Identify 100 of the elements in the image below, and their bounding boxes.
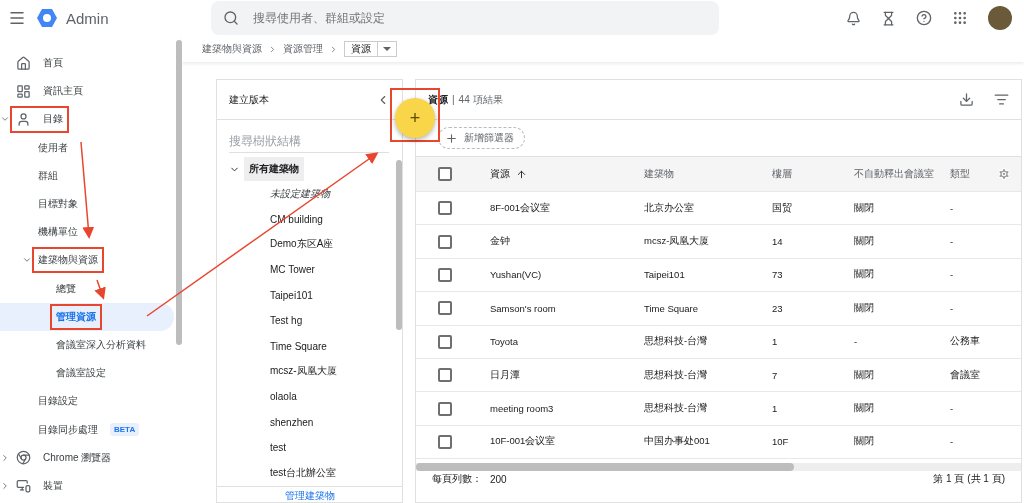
tree-node[interactable]: olaola <box>229 384 390 410</box>
caret-icon[interactable] <box>0 480 10 491</box>
tree-node[interactable]: MC Tower <box>229 257 390 283</box>
table-cell-text: 會議室 <box>950 368 981 382</box>
table-cell-text: 8F-001会议室 <box>490 201 552 215</box>
table-cell-text: - <box>950 236 955 248</box>
sidebar-item[interactable]: 目錄同步處理 <box>32 416 104 443</box>
select-all-checkbox[interactable] <box>438 167 452 181</box>
table-cell-text: 10F-001会议室 <box>490 435 557 449</box>
table-cell-text: meeting room3 <box>490 403 555 415</box>
scrollbar-thumb[interactable] <box>416 463 794 472</box>
separator: | <box>452 93 455 105</box>
tree-node[interactable]: Test hg <box>229 307 390 334</box>
row-checkbox[interactable] <box>438 434 452 449</box>
row-checkbox[interactable] <box>438 201 452 216</box>
tree-node[interactable]: test <box>229 434 390 461</box>
tree-node[interactable]: shenzhen <box>229 409 390 435</box>
apps-grid-icon[interactable] <box>952 10 968 26</box>
table-cell-text: - <box>950 403 955 415</box>
tree-node[interactable]: Demo东区A座 <box>229 231 390 258</box>
sidebar-item[interactable]: 首頁 <box>10 49 69 77</box>
bell-icon[interactable] <box>846 10 861 26</box>
breadcrumb-dropdown[interactable]: 資源 <box>344 41 397 57</box>
table-cell-text: 日月潭 <box>490 368 521 382</box>
scrollbar-thumb[interactable] <box>396 160 402 330</box>
dashboard-icon <box>16 83 31 99</box>
breadcrumb-link[interactable]: 建築物與資源 <box>202 42 262 56</box>
table-cell-text: 公務車 <box>950 335 981 349</box>
row-checkbox[interactable] <box>438 401 452 416</box>
tree-node[interactable]: 所有建築物 <box>244 157 304 181</box>
search-bar[interactable]: 搜尋使用者、群組或設定 <box>211 1 719 35</box>
table-cell-text: 1 <box>772 336 779 348</box>
table-cell-text: - <box>950 202 955 214</box>
search-field[interactable]: 搜尋使用者、群組或設定 <box>251 10 707 26</box>
row-checkbox[interactable] <box>438 301 452 316</box>
caret-icon[interactable] <box>0 452 10 463</box>
sidebar-item[interactable]: 資訊主頁 <box>10 77 89 105</box>
table-cell-text: 1 <box>772 403 779 415</box>
menu-icon[interactable] <box>8 9 26 27</box>
avatar[interactable] <box>988 6 1012 30</box>
help-icon[interactable] <box>916 10 932 26</box>
column-header[interactable]: 建築物 <box>644 167 772 181</box>
tree-node[interactable]: CM building <box>229 206 390 232</box>
table-cell-text: 10F <box>772 436 790 448</box>
table-cell-text: 23 <box>772 302 784 314</box>
sidebar-item[interactable]: 目標對象 <box>32 191 84 218</box>
row-checkbox[interactable] <box>438 368 452 383</box>
table-cell-text: - <box>950 269 955 281</box>
devices-icon <box>16 478 31 494</box>
column-header[interactable]: 類型 <box>950 167 997 181</box>
sidebar-item[interactable]: 管理資源 <box>50 303 102 330</box>
result-count: 44 項結果 <box>458 93 503 105</box>
sidebar-item[interactable]: 會議室設定 <box>50 360 112 387</box>
sidebar-item[interactable]: 會議室深入分析資料 <box>50 331 152 358</box>
sidebar-item[interactable]: 目錄設定 <box>32 388 84 415</box>
sidebar-item[interactable]: 群組 <box>32 162 64 189</box>
rows-per-page-select[interactable]: 200 <box>490 473 507 485</box>
sidebar-item[interactable]: 機構單位 <box>32 219 84 246</box>
column-header[interactable]: 資源 <box>490 167 644 181</box>
table-cell-text: Taipei101 <box>644 269 686 281</box>
column-header[interactable]: 樓層 <box>772 167 854 181</box>
table-cell-text: 思想科技-台灣 <box>644 402 709 416</box>
table-cell-text: 14 <box>772 236 784 248</box>
search-icon <box>223 10 239 26</box>
sidebar-item[interactable]: 建築物與資源 <box>32 247 104 274</box>
panel-title: 建立版本 <box>229 92 269 107</box>
table-cell-text: 關閉 <box>854 435 875 449</box>
sidebar-item[interactable]: 總覽 <box>50 275 82 302</box>
sidebar-item[interactable]: 使用者 <box>32 134 74 161</box>
tree-node[interactable]: mcsz-凤凰大厦 <box>229 358 390 385</box>
download-icon[interactable] <box>959 92 974 107</box>
hourglass-icon[interactable] <box>881 10 896 26</box>
plus-icon <box>445 131 458 145</box>
table-cell-text: 北京办公室 <box>644 201 695 215</box>
chevron-icon <box>329 44 338 54</box>
row-checkbox[interactable] <box>438 334 452 349</box>
add-filter-button[interactable]: 新增篩選器 <box>438 127 525 149</box>
sidebar-item[interactable]: 裝置 <box>10 472 69 500</box>
table-cell-text: - <box>950 436 955 448</box>
settings-icon[interactable] <box>997 167 1011 181</box>
column-header[interactable]: 不自動釋出會議室 <box>854 167 950 181</box>
table-cell-text: 關閉 <box>854 268 875 282</box>
row-checkbox[interactable] <box>438 234 452 249</box>
table-cell-text: 73 <box>772 269 784 281</box>
breadcrumb-link[interactable]: 資源管理 <box>283 42 323 56</box>
product-name: Admin <box>66 9 109 27</box>
manage-buildings-link[interactable]: 管理建築物 <box>284 490 335 502</box>
page-indicator: 第 1 頁 (共 1 頁) <box>933 472 1005 487</box>
tree-node[interactable]: test台北辦公室 <box>229 460 390 486</box>
table-cell-text: mcsz-凤凰大厦 <box>644 235 711 249</box>
table-cell-text: Samson's room <box>490 302 557 314</box>
annotation-arrow <box>94 279 106 300</box>
sidebar-item[interactable]: Chrome 瀏覽器 <box>10 444 118 472</box>
table-cell-text: 7 <box>772 369 779 381</box>
table-cell-text: Toyota <box>490 336 519 348</box>
sidebar-item[interactable]: 目錄 <box>10 105 69 133</box>
tree-node[interactable]: Taipei101 <box>229 282 390 308</box>
tree-node[interactable]: Time Square <box>229 333 390 359</box>
row-checkbox[interactable] <box>438 267 452 282</box>
scrollbar-thumb[interactable] <box>176 40 182 345</box>
